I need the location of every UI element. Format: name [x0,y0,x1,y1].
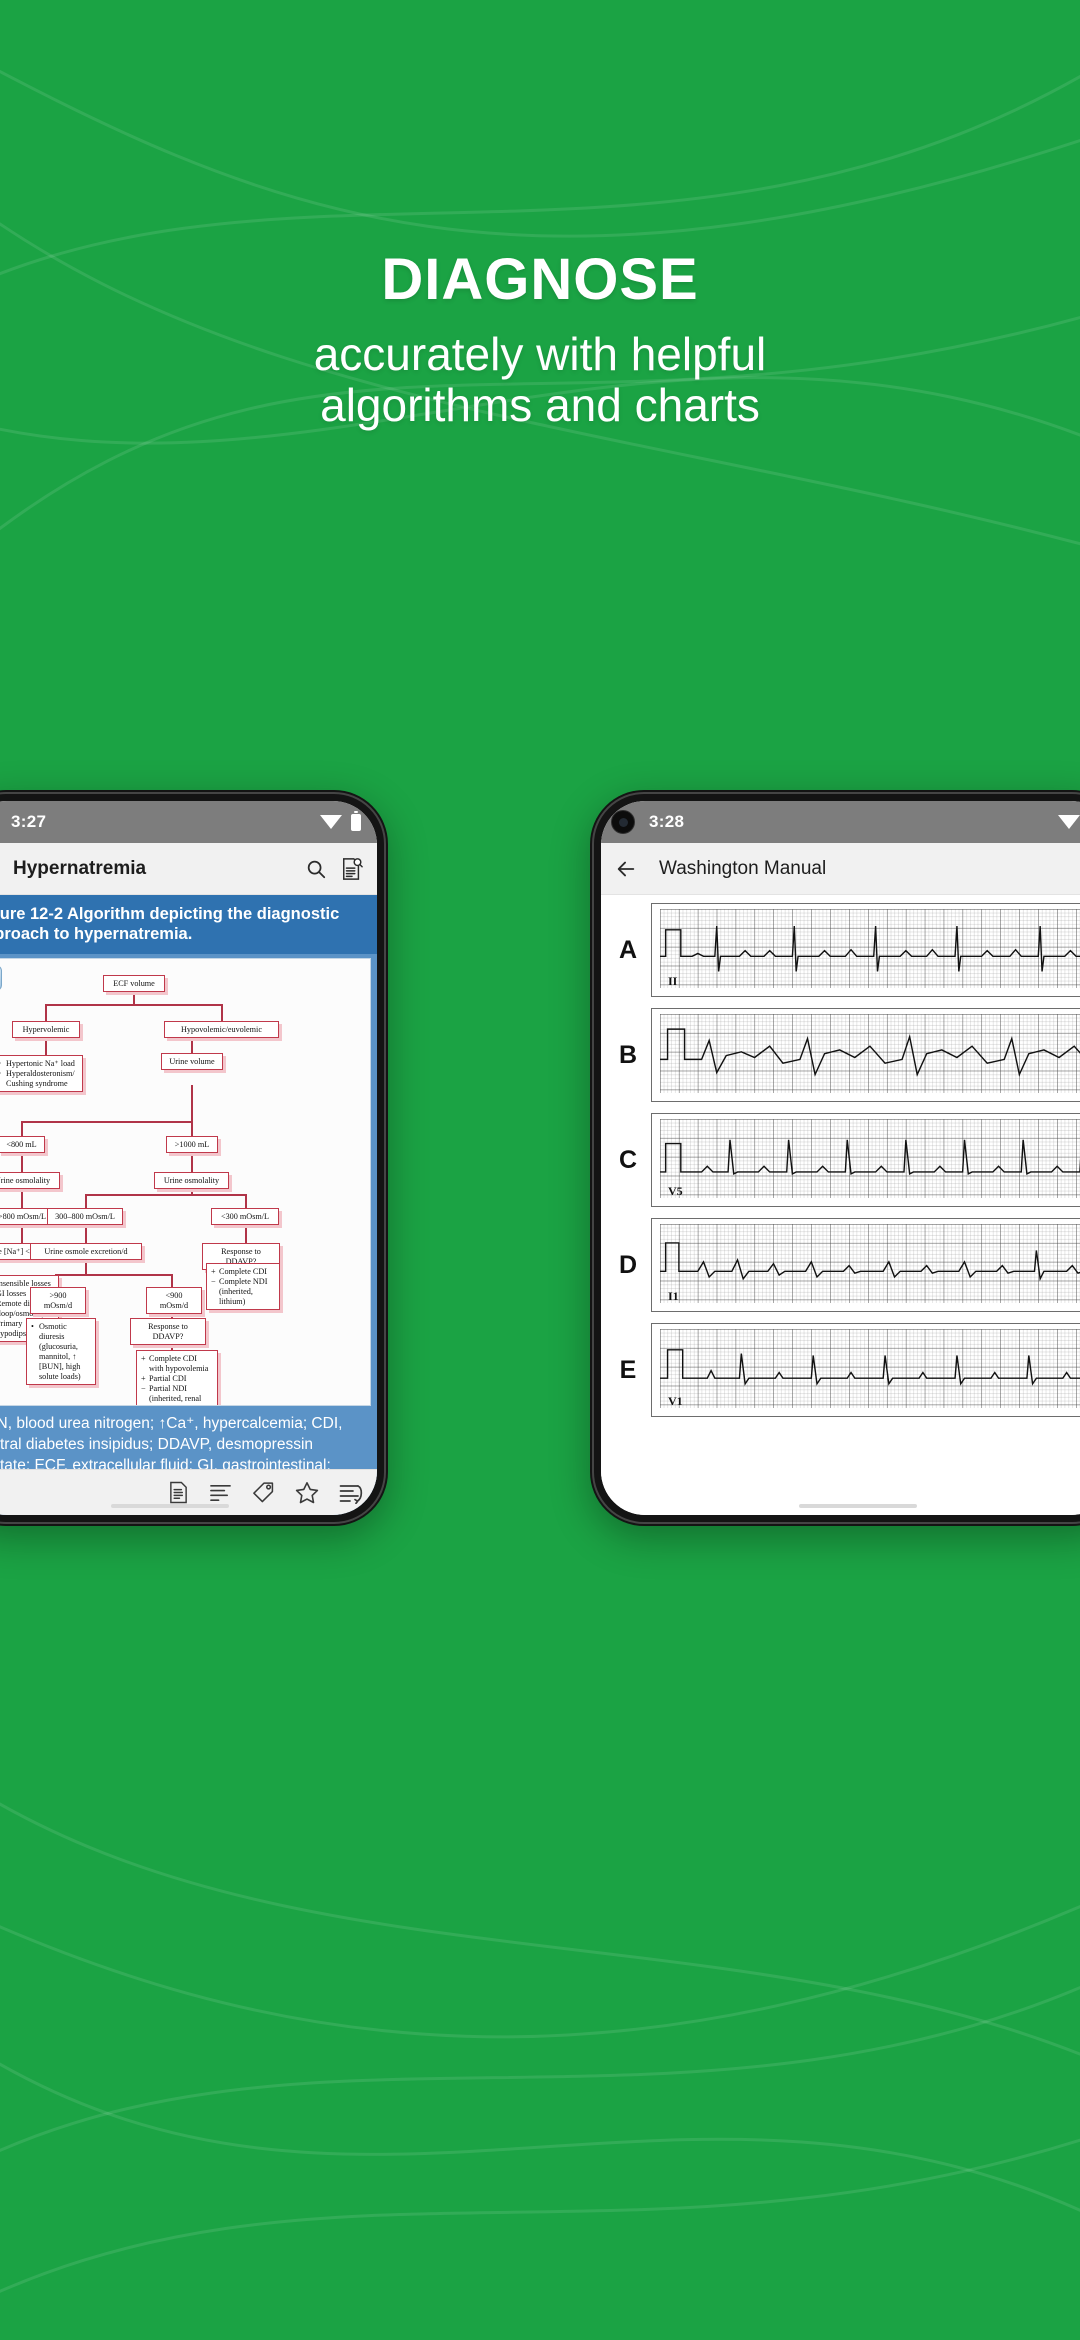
phone-right-screen: 3:28 Washington Manual A II B C V5 D I1 … [601,801,1080,1515]
tag-icon[interactable] [252,1481,275,1504]
ecg-lead-label: I1 [668,1289,679,1303]
list-item: Complete CDI with hypovolemia [141,1354,213,1374]
promo-subline-1: accurately with helpful [313,327,767,380]
ecg-strip-frame: V5 [651,1113,1080,1207]
flow-node-urine-osmolality-right: Urine osmolality [154,1172,229,1190]
flow-node-volume-lt800: <800 mL [0,1136,45,1154]
flow-node-hypovolemic: Hypovolemic/euvolemic [164,1021,279,1039]
ecg-lead-label: V5 [668,1184,683,1198]
wifi-icon [320,815,342,829]
status-bar-clock: 3:28 [649,812,685,831]
ecg-waveform [660,909,1080,989]
flow-node-osmotic-diuresis: Osmotic diuresis (glucosuria, mannitol, … [26,1318,96,1386]
promo-subline-2: algorithms and charts [320,379,760,432]
page-title: DIAGNOSE [381,247,699,312]
front-camera-icon [611,810,635,834]
list-arrow-icon[interactable] [339,1482,363,1504]
ecg-lead-label: II [668,974,678,988]
document-icon[interactable] [168,1481,189,1504]
flow-node-osm-gt900: >900 mOsm/d [30,1287,86,1315]
ecg-strip-row: C V5 [601,1113,1080,1207]
flow-node-osm-gt800: >800 mOsm/L [0,1208,53,1226]
phone-right: 3:28 Washington Manual A II B C V5 D I1 … [590,790,1080,1526]
flow-node-response-ddavp-mid: Response to DDAVP? [130,1318,206,1346]
gesture-bar [111,1504,229,1508]
ecg-strip-label: C [618,1145,638,1174]
outline-list-icon[interactable] [209,1482,232,1503]
gesture-bar [799,1504,917,1508]
app-bar-title: Washington Manual [659,857,827,879]
ecg-strip-frame [651,1008,1080,1102]
status-bar-clock: 3:27 [11,812,47,831]
list-item: Partial NDI (inherited, renal tubular di… [141,1384,213,1406]
ecg-strip-list[interactable]: A II B C V5 D I1 E V1 [601,895,1080,1515]
ecg-strip-label: B [618,1040,638,1069]
zoom-in-icon[interactable] [0,965,2,992]
flow-node-hypervolemic: Hypervolemic [12,1021,80,1039]
ecg-strip-row: A II [601,903,1080,997]
list-item: Hypertonic Na⁺ load [0,1059,78,1069]
flow-node-ecf-volume: ECF volume [103,975,165,993]
flow-node-osm-lt300: <300 mOsm/L [211,1208,279,1226]
figure-caption-header: Figure 12-2 Algorithm depicting the diag… [0,895,377,955]
list-item: Complete CDI [211,1267,275,1277]
app-bar-right: Washington Manual [601,843,1080,895]
ecg-waveform [660,1119,1080,1199]
bottom-nav-bar [0,1469,377,1515]
ecg-strip-frame: II [651,903,1080,997]
ecg-waveform [660,1014,1080,1094]
ecg-waveform [660,1329,1080,1409]
ecg-strip-label: D [618,1250,638,1279]
flow-node-urine-osmole-excretion: Urine osmole excretion/d [30,1243,142,1261]
flow-node-hypervolemic-causes: Hypertonic Na⁺ load Hyperaldosteronism/ … [0,1055,83,1093]
flow-node-urine-osmolality-left: Urine osmolality [0,1172,60,1190]
list-item: Hyperaldosteronism/ Cushing syndrome [0,1069,78,1089]
figure-canvas[interactable]: ECF volume Hypervolemic Hypovolemic/euvo… [0,958,371,1407]
ecg-waveform [660,1224,1080,1304]
flow-node-volume-gt1000: >1000 mL [166,1136,218,1154]
list-item: Complete NDI (inherited, lithium) [211,1277,275,1307]
ecg-strip-row: D I1 [601,1218,1080,1312]
ecg-strip-row: E V1 [601,1323,1080,1417]
app-bar-left: Hypernatremia [0,843,377,895]
list-item: Osmotic diuresis (glucosuria, mannitol, … [31,1322,91,1382]
ecg-strip-label: E [619,1355,637,1384]
back-arrow-icon[interactable] [615,858,637,880]
ecg-strip-label: A [618,935,638,964]
search-icon[interactable] [305,858,327,880]
phone-left: 3:27 Hypernatremia Figure 12-2 Algorithm… [0,790,388,1526]
phone-left-screen: 3:27 Hypernatremia Figure 12-2 Algorithm… [0,801,377,1515]
star-icon[interactable] [295,1481,319,1504]
figure-body: ECF volume Hypervolemic Hypovolemic/euvo… [0,954,377,1407]
battery-icon [351,810,361,831]
status-bar-right: 3:28 [601,801,1080,843]
flow-node-partial-list: Complete CDI with hypovolemia Partial CD… [136,1350,218,1406]
ecg-lead-label: V1 [668,1394,683,1408]
promo-copy: DIAGNOSE accurately with helpful algorit… [0,247,1080,432]
status-bar-left: 3:27 [0,801,377,843]
promo-screenshot: DIAGNOSE accurately with helpful algorit… [0,0,1080,2340]
flow-node-urine-volume: Urine volume [161,1053,223,1071]
ecg-strip-row: B [601,1008,1080,1102]
flow-node-osm-300-800: 300–800 mOsm/L [47,1208,123,1226]
flow-node-osm-lt900: <900 mOsm/d [146,1287,202,1315]
app-bar-title: Hypernatremia [13,857,147,879]
ecg-strip-frame: V1 [651,1323,1080,1417]
ecg-strip-frame: I1 [651,1218,1080,1312]
list-item: Partial CDI [141,1374,213,1384]
document-search-icon[interactable] [341,857,363,881]
flow-node-complete-cdi-list: Complete CDI Complete NDI (inherited, li… [206,1263,280,1311]
wifi-icon [1058,815,1080,829]
